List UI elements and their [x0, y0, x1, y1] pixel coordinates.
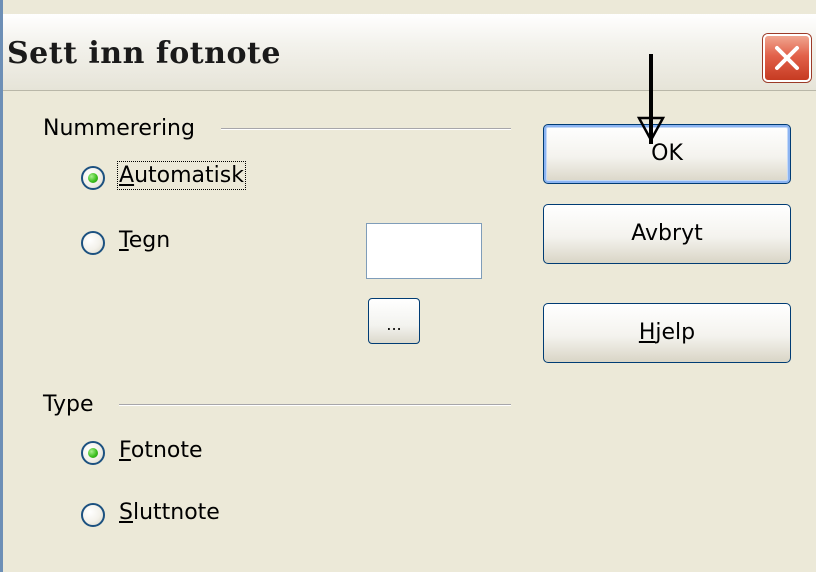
character-input[interactable]	[366, 223, 482, 279]
type-group-label: Type	[43, 392, 94, 417]
radio-footnote-label[interactable]: Fotnote	[119, 438, 203, 463]
title-bar[interactable]: Sett inn fotnote	[3, 14, 816, 91]
numbering-group-divider	[221, 128, 511, 130]
radio-endnote-label[interactable]: Sluttnote	[119, 500, 220, 525]
type-group-divider	[119, 404, 511, 406]
radio-character-label[interactable]: Tegn	[119, 228, 170, 253]
radio-character[interactable]	[81, 231, 105, 255]
dialog-title: Sett inn fotnote	[7, 36, 281, 71]
radio-automatic[interactable]	[81, 166, 105, 190]
radio-automatic-label[interactable]: Automatisk	[117, 161, 246, 190]
radio-selected-dot	[88, 173, 98, 183]
radio-selected-dot	[88, 448, 98, 458]
help-button[interactable]: Hjelp	[543, 303, 791, 363]
close-icon	[775, 46, 799, 70]
close-button[interactable]	[763, 34, 811, 82]
cancel-button[interactable]: Avbryt	[543, 204, 791, 264]
browse-symbols-button[interactable]: ...	[368, 298, 420, 344]
radio-endnote[interactable]	[81, 503, 105, 527]
insert-footnote-dialog: Sett inn fotnote Nummerering Automatisk …	[0, 0, 816, 572]
radio-footnote[interactable]	[81, 441, 105, 465]
numbering-group-label: Nummerering	[43, 116, 195, 141]
arrow-cursor-icon	[636, 54, 666, 144]
